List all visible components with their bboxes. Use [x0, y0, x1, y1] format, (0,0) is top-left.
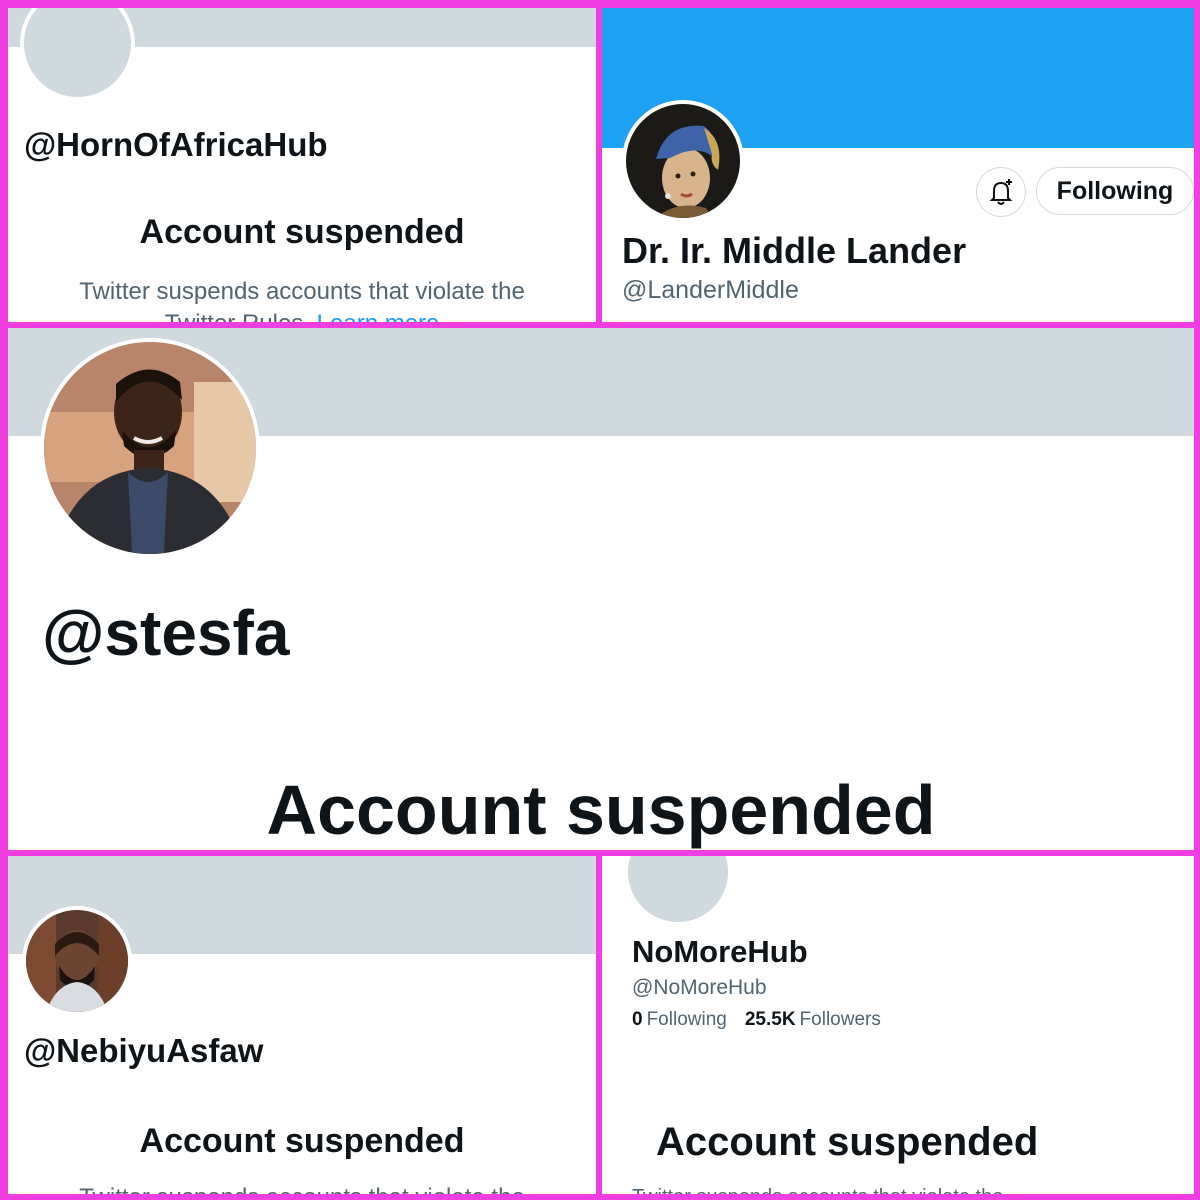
avatar[interactable] [622, 100, 744, 222]
stesfa-profile-panel: @stesfa Account suspended [8, 328, 1194, 850]
avatar-photo-image [26, 910, 128, 1012]
avatar-portrait-image [626, 104, 740, 218]
nebiyu-profile-panel: @NebiyuAsfaw Account suspended Twitter s… [8, 856, 596, 1194]
followers-label[interactable]: Followers [800, 1009, 881, 1030]
following-count[interactable]: 0 [632, 1009, 643, 1030]
following-label[interactable]: Following [647, 1009, 727, 1030]
avatar[interactable] [20, 8, 135, 101]
account-suspended-title: Account suspended [266, 771, 936, 849]
twitter-rules-text: Twitter Rules. [165, 310, 310, 322]
avatar-photo-image [44, 342, 256, 554]
nomore-profile-panel: NoMoreHub @NoMoreHub 0 Following 25.5K Foll… [602, 856, 1194, 1194]
following-button[interactable]: Following [1036, 167, 1194, 215]
account-suspended-title: Account suspended [139, 1122, 465, 1160]
avatar[interactable] [22, 906, 132, 1016]
suspension-notice: Twitter suspends accounts that violate t… [632, 1186, 1003, 1194]
suspension-notice: Twitter suspends accounts that violate t… [8, 1184, 596, 1194]
profile-handle: @HornOfAfricaHub [24, 126, 328, 163]
followers-count[interactable]: 25.5K [745, 1009, 796, 1030]
profile-handle: @stesfa [42, 597, 290, 669]
lander-profile-panel: Following Dr. Ir. Middle Lander @LanderM… [602, 8, 1194, 322]
bell-plus-icon [989, 179, 1013, 205]
learn-more-link[interactable]: Learn more [317, 310, 440, 322]
profile-handle: @NebiyuAsfaw [24, 1032, 264, 1069]
notifications-button[interactable] [976, 167, 1026, 217]
horn-profile-panel: @HornOfAfricaHub Account suspended Twitt… [8, 8, 596, 322]
profile-display-name: NoMoreHub [632, 934, 808, 969]
profile-handle: @LanderMiddle [622, 276, 799, 304]
profile-handle: @NoMoreHub [632, 976, 767, 999]
suspension-notice: Twitter suspends accounts that violate t… [79, 278, 525, 305]
profile-display-name: Dr. Ir. Middle Lander [622, 230, 967, 271]
suspension-notice-rules: Twitter Rules. Learn more [8, 310, 596, 322]
avatar[interactable] [40, 338, 260, 558]
avatar[interactable] [628, 856, 728, 922]
account-suspended-title: Account suspended [139, 213, 465, 251]
follow-stats: 0 Following 25.5K Followers [632, 1009, 885, 1031]
account-suspended-title: Account suspended [656, 1120, 1039, 1164]
